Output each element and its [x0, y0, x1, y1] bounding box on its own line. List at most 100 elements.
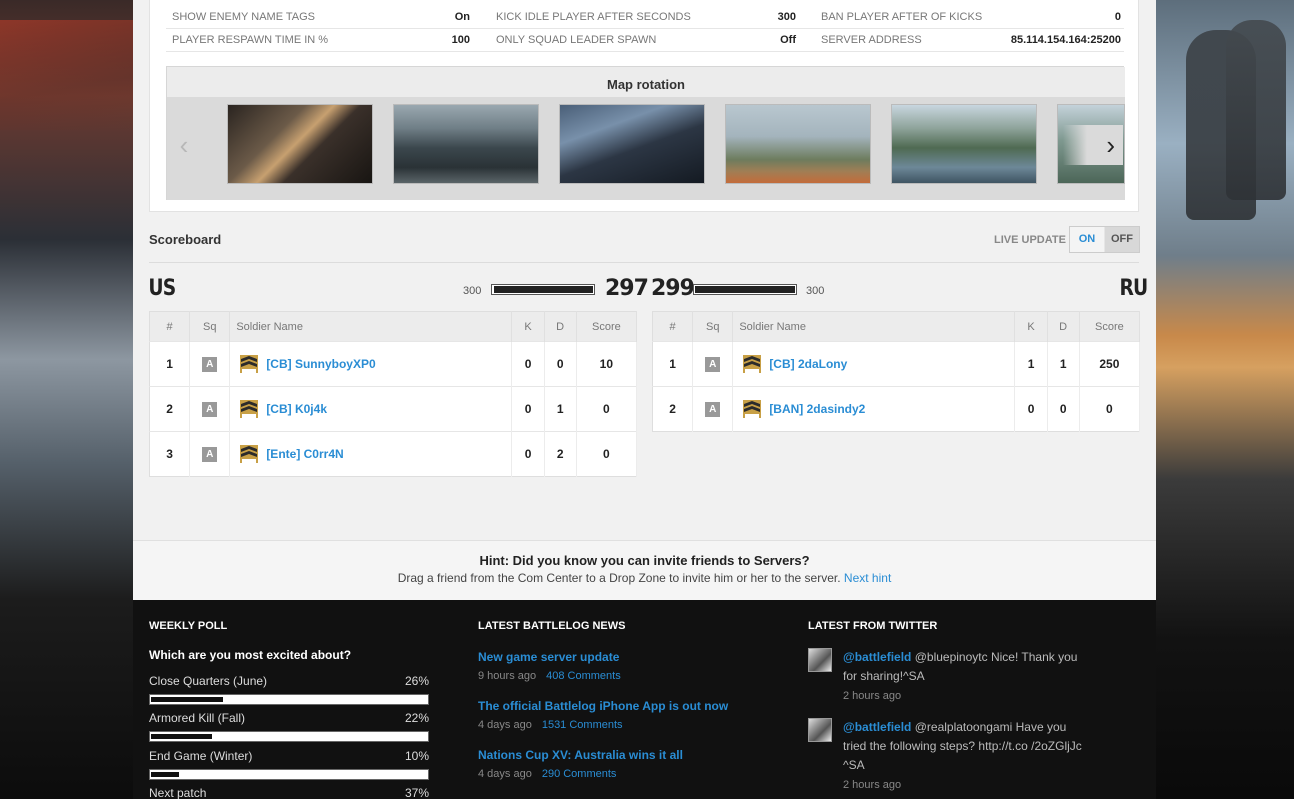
map-thumbnail[interactable]	[891, 104, 1037, 184]
poll-option-percent: 22%	[404, 711, 429, 725]
ticket-progress-bar	[693, 284, 797, 295]
team-tickets: 297	[605, 276, 649, 301]
map-thumbnail[interactable]	[725, 104, 871, 184]
news-comments-link[interactable]: 290 Comments	[542, 768, 617, 780]
news-time: 4 days ago	[478, 719, 532, 731]
chevron-right-icon[interactable]: ›	[1063, 125, 1123, 165]
player-name-link[interactable]: [BAN] 2dasindy2	[769, 402, 865, 416]
chevron-left-icon[interactable]: ‹	[169, 125, 199, 165]
news-comments-link[interactable]: 408 Comments	[546, 670, 621, 682]
news-comments-link[interactable]: 1531 Comments	[542, 719, 623, 731]
map-thumbnail[interactable]	[227, 104, 373, 184]
news-meta: 4 days ago 290 Comments	[478, 768, 616, 780]
column-header[interactable]: #	[652, 311, 694, 342]
column-header[interactable]: Score	[1079, 311, 1141, 342]
player-rank: 1	[149, 341, 191, 387]
rank-insignia-icon	[240, 445, 259, 463]
setting-label: SERVER ADDRESS	[821, 34, 922, 46]
footer: WEEKLY POLL Which are you most excited a…	[133, 600, 1156, 799]
poll-option[interactable]: Next patch 37%	[149, 786, 429, 799]
player-deaths: 2	[544, 431, 577, 477]
table-row[interactable]: 2 A [BAN] 2dasindy2 0 0 0	[652, 386, 1141, 432]
hint-text-line: Drag a friend from the Com Center to a D…	[133, 571, 1156, 585]
ticket-progress-fill	[695, 286, 795, 293]
poll-result-bar	[149, 769, 429, 780]
player-name-link[interactable]: [CB] K0j4k	[266, 402, 327, 416]
table-row[interactable]: 2 A [CB] K0j4k 0 1 0	[149, 386, 638, 432]
rank-insignia-icon	[743, 355, 762, 373]
player-score: 0	[576, 386, 638, 432]
setting-label: ONLY SQUAD LEADER SPAWN	[496, 34, 657, 46]
table-header-row: # Sq Soldier Name K D Score	[149, 311, 638, 342]
player-deaths: 1	[544, 386, 577, 432]
tweet-text: @battlefield @realplatoongami Have you t…	[843, 718, 1083, 775]
player-deaths: 1	[1047, 341, 1080, 387]
poll-option[interactable]: Armored Kill (Fall) 22%	[149, 711, 429, 725]
live-update-toggle[interactable]: ON OFF	[1069, 226, 1140, 253]
poll-result-fill	[151, 772, 179, 777]
news-title-link[interactable]: Nations Cup XV: Australia wins it all	[478, 748, 683, 762]
news-time: 9 hours ago	[478, 670, 537, 682]
player-name-link[interactable]: [Ente] C0rr4N	[266, 447, 343, 461]
poll-option[interactable]: End Game (Winter) 10%	[149, 749, 429, 763]
column-header[interactable]: K	[511, 311, 545, 342]
column-header[interactable]: Soldier Name	[229, 311, 513, 342]
team-code-us: US	[148, 276, 176, 301]
squad-badge: A	[705, 402, 721, 417]
live-update-label: LIVE UPDATE	[994, 234, 1066, 246]
next-hint-link[interactable]: Next hint	[844, 571, 891, 585]
server-settings-panel: SHOW ENEMY NAME TAGS On KICK IDLE PLAYER…	[149, 0, 1139, 212]
column-header[interactable]: D	[544, 311, 577, 342]
player-rank: 1	[652, 341, 694, 387]
column-header[interactable]: #	[149, 311, 191, 342]
server-info-content: SHOW ENEMY NAME TAGS On KICK IDLE PLAYER…	[133, 0, 1156, 540]
player-rank: 2	[652, 386, 694, 432]
player-score: 0	[576, 431, 638, 477]
scoreboard-title: Scoreboard	[149, 232, 222, 247]
table-row[interactable]: 1 A [CB] SunnyboyXP0 0 0 10	[149, 341, 638, 387]
team-max-tickets: 300	[806, 285, 825, 297]
map-thumbnail[interactable]	[559, 104, 705, 184]
poll-option-percent: 10%	[404, 749, 429, 763]
background-art-left	[0, 0, 133, 799]
player-name-link[interactable]: [CB] SunnyboyXP0	[266, 357, 375, 371]
twitter-handle-link[interactable]: @battlefield	[843, 720, 911, 734]
column-header[interactable]: Sq	[189, 311, 231, 342]
column-header[interactable]: D	[1047, 311, 1080, 342]
news-title-link[interactable]: New game server update	[478, 650, 619, 664]
player-score: 250	[1079, 341, 1141, 387]
table-header-row: # Sq Soldier Name K D Score	[652, 311, 1141, 342]
poll-option[interactable]: Close Quarters (June) 26%	[149, 674, 429, 688]
setting-value: On	[454, 11, 470, 23]
rank-insignia-icon	[240, 355, 259, 373]
twitter-avatar[interactable]	[808, 648, 832, 672]
rank-insignia-icon	[743, 400, 762, 418]
news-title-link[interactable]: The official Battlelog iPhone App is out…	[478, 699, 728, 713]
setting-label: PLAYER RESPAWN TIME IN %	[172, 34, 329, 46]
table-row[interactable]: 1 A [CB] 2daLony 1 1 250	[652, 341, 1141, 387]
player-name-link[interactable]: [CB] 2daLony	[769, 357, 847, 371]
tweet-time: 2 hours ago	[843, 779, 902, 791]
column-header[interactable]: Sq	[692, 311, 734, 342]
player-rank: 2	[149, 386, 191, 432]
live-update-on-button[interactable]: ON	[1070, 227, 1104, 252]
background-art-right	[1156, 0, 1294, 799]
table-row[interactable]: 3 A [Ente] C0rr4N 0 2 0	[149, 431, 638, 477]
setting-label: BAN PLAYER AFTER OF KICKS	[821, 11, 983, 23]
setting-value: 0	[1114, 11, 1121, 23]
map-carousel: ‹ ›	[167, 97, 1125, 200]
team-code-ru: RU	[1119, 276, 1148, 301]
map-thumbnail[interactable]	[393, 104, 539, 184]
squad-badge: A	[202, 402, 218, 417]
scoreboard-table-us: # Sq Soldier Name K D Score 1 A [CB] Sun…	[149, 311, 638, 477]
live-update-off-button[interactable]: OFF	[1105, 227, 1139, 252]
poll-result-fill	[151, 697, 223, 702]
twitter-avatar[interactable]	[808, 718, 832, 742]
column-header[interactable]: K	[1014, 311, 1048, 342]
setting-value: 300	[777, 11, 796, 23]
poll-option-label: End Game (Winter)	[149, 749, 253, 763]
setting-value: 100	[451, 34, 470, 46]
column-header[interactable]: Score	[576, 311, 638, 342]
column-header[interactable]: Soldier Name	[732, 311, 1016, 342]
twitter-handle-link[interactable]: @battlefield	[843, 650, 911, 664]
